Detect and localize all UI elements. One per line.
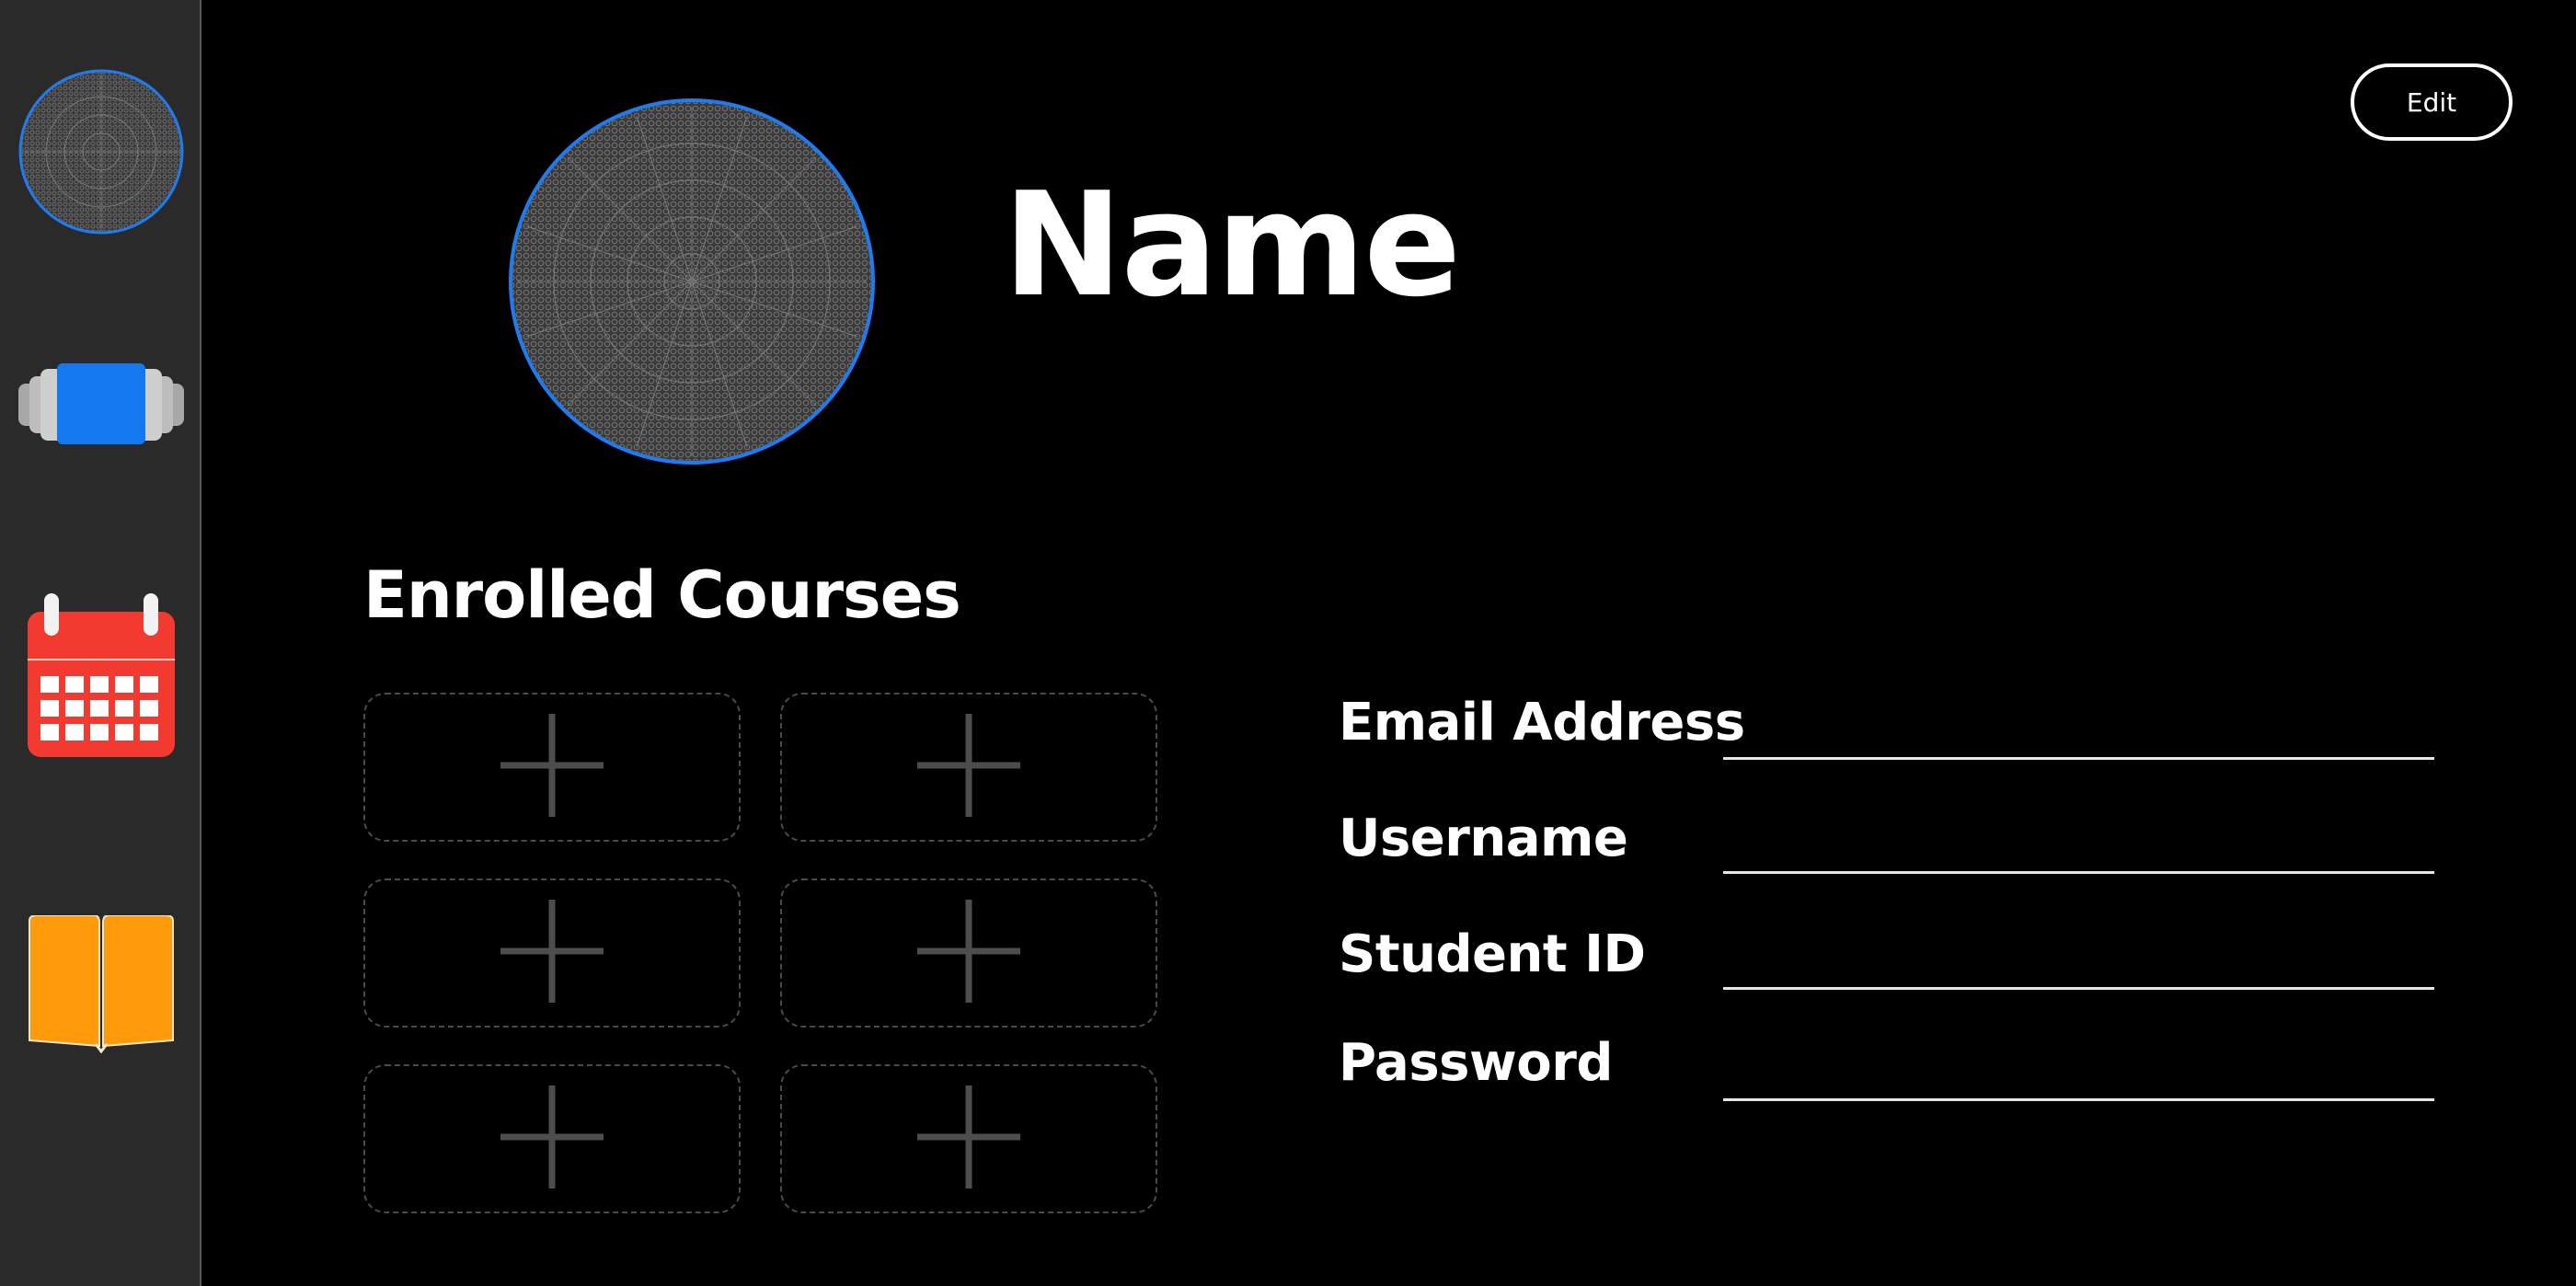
username-field[interactable]: [1723, 819, 2434, 874]
student-id-field[interactable]: [1723, 935, 2434, 990]
student-id-label: Student ID: [1339, 924, 1646, 984]
plus-icon: [499, 898, 605, 1008]
sidebar-item-books[interactable]: [0, 911, 201, 1058]
cards-icon: [17, 363, 184, 446]
password-field[interactable]: [1723, 1046, 2434, 1101]
email-address-label: Email Address: [1339, 693, 1745, 752]
course-slot[interactable]: [363, 878, 741, 1028]
sidebar-item-courses[interactable]: [0, 350, 201, 460]
plus-icon: [915, 898, 1022, 1008]
course-slot[interactable]: [780, 1064, 1157, 1213]
edit-button[interactable]: Edit: [2351, 63, 2513, 141]
patterned-avatar-icon: [509, 98, 875, 465]
profile-avatar[interactable]: [508, 98, 876, 469]
course-slot[interactable]: [363, 1064, 741, 1213]
avatar-icon: [18, 69, 184, 235]
course-slot[interactable]: [780, 878, 1157, 1028]
course-slot[interactable]: [780, 693, 1157, 842]
plus-icon: [915, 1084, 1022, 1194]
plus-icon: [499, 1084, 605, 1194]
calendar-icon: [26, 593, 177, 759]
course-slot[interactable]: [363, 693, 741, 842]
enrolled-courses-title: Enrolled Courses: [363, 557, 961, 633]
plus-icon: [915, 712, 1022, 822]
username-label: Username: [1339, 809, 1628, 868]
sidebar: [0, 0, 201, 1286]
email-address-field[interactable]: [1723, 705, 2434, 760]
profile-screen: Edit Name Enrolled Courses Email Address…: [0, 0, 2576, 1286]
sidebar-item-profile[interactable]: [0, 66, 201, 237]
sidebar-item-calendar[interactable]: [0, 589, 201, 764]
password-label: Password: [1339, 1033, 1613, 1093]
plus-icon: [499, 712, 605, 822]
book-icon: [26, 915, 177, 1053]
profile-name: Name: [1003, 161, 1461, 328]
